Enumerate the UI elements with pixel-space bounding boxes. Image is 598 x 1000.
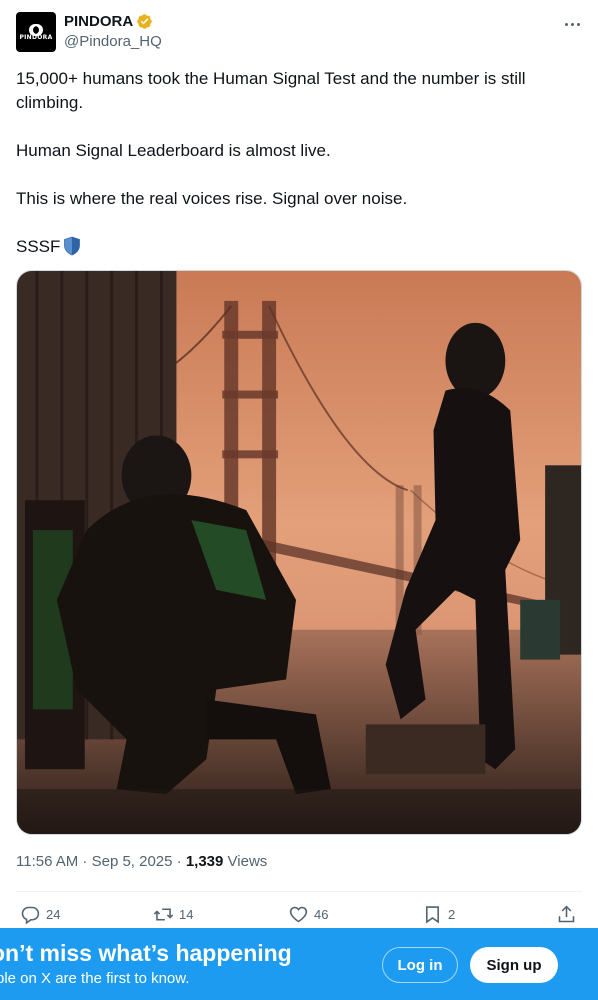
repost-icon — [153, 908, 174, 921]
golden-gate-scene-image — [17, 271, 581, 834]
signup-banner: on’t miss what’s happening ple on X are … — [0, 928, 598, 1000]
signup-button[interactable]: Sign up — [470, 947, 558, 983]
repost-count: 14 — [179, 907, 194, 922]
like-button[interactable]: 46 — [288, 904, 328, 925]
timestamp[interactable]: 11:56 AM · Sep 5, 2025 · — [16, 853, 186, 870]
tweet-paragraph-4: SSSF — [16, 235, 582, 259]
verified-badge-icon[interactable] — [136, 13, 153, 30]
tweet-header: PINDORA PINDORA @Pindora_HQ — [16, 12, 582, 56]
tweet-meta: 11:56 AM · Sep 5, 2025 · 1,339 Views — [16, 853, 267, 870]
reply-icon — [21, 906, 40, 925]
share-button[interactable] — [556, 904, 582, 925]
heart-icon — [289, 906, 308, 923]
logo-mark-icon — [29, 23, 43, 36]
tweet-paragraph-2: Human Signal Leaderboard is almost live. — [16, 141, 331, 160]
views-label: Views — [223, 853, 268, 870]
tweet-paragraph-1: 15,000+ humans took the Human Signal Tes… — [16, 69, 526, 112]
reply-button[interactable]: 24 — [20, 904, 60, 925]
tweet-paragraph-3: This is where the real voices rise. Sign… — [16, 189, 408, 208]
tweet-paragraph-4-text: SSSF — [16, 237, 61, 256]
reply-count: 24 — [46, 907, 61, 922]
author-name-row: PINDORA — [64, 13, 153, 30]
banner-subtitle: ple on X are the first to know. — [0, 970, 190, 987]
avatar[interactable]: PINDORA — [16, 12, 56, 52]
divider — [16, 891, 582, 892]
views-count: 1,339 — [185, 853, 224, 870]
action-bar: 24 14 46 2 — [16, 900, 582, 930]
banner-title: on’t miss what’s happening — [0, 940, 292, 966]
author-name[interactable]: PINDORA — [64, 13, 133, 30]
more-options-icon[interactable] — [562, 14, 582, 34]
like-count: 46 — [314, 907, 329, 922]
author-handle[interactable]: @Pindora_HQ — [64, 33, 162, 50]
bookmark-count: 2 — [448, 907, 456, 922]
tweet-text: 15,000+ humans took the Human Signal Tes… — [16, 67, 582, 283]
shield-emoji-icon — [64, 236, 81, 256]
bookmark-icon — [426, 906, 439, 924]
repost-button[interactable]: 14 — [153, 904, 193, 925]
share-icon — [558, 905, 575, 923]
tweet-image[interactable] — [16, 270, 582, 835]
bookmark-button[interactable]: 2 — [422, 904, 455, 925]
login-button[interactable]: Log in — [382, 947, 458, 983]
